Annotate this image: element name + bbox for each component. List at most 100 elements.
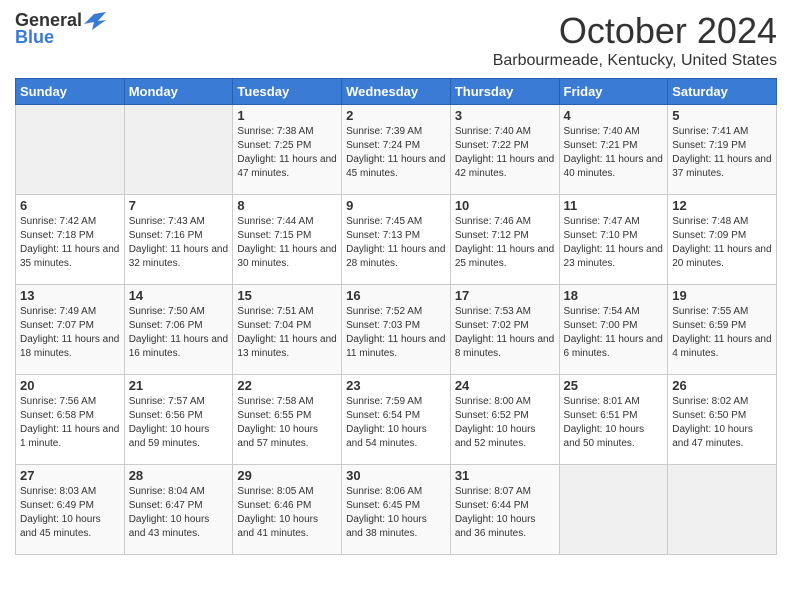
day-number: 3 — [455, 108, 555, 123]
day-number: 31 — [455, 468, 555, 483]
day-number: 27 — [20, 468, 120, 483]
day-number: 11 — [564, 198, 664, 213]
day-detail: Sunrise: 7:49 AMSunset: 7:07 PMDaylight:… — [20, 305, 120, 361]
day-number: 12 — [672, 198, 772, 213]
day-of-week-header: Saturday — [668, 79, 777, 105]
calendar-cell: 27Sunrise: 8:03 AMSunset: 6:49 PMDayligh… — [16, 465, 125, 555]
calendar-cell: 4 Sunrise: 7:40 AMSunset: 7:21 PMDaylight… — [559, 105, 668, 195]
day-number: 18 — [564, 288, 664, 303]
day-number: 21 — [129, 378, 229, 393]
calendar-cell: 19Sunrise: 7:55 AMSunset: 6:59 PMDayligh… — [668, 285, 777, 375]
day-number: 2 — [346, 108, 446, 123]
calendar-cell: 18 Sunrise: 7:54 AMSunset: 7:00 PMDayligh… — [559, 285, 668, 375]
day-of-week-header: Friday — [559, 79, 668, 105]
day-number: 26 — [672, 378, 772, 393]
day-detail: Sunrise: 7:58 AMSunset: 6:55 PMDaylight:… — [237, 395, 337, 451]
day-number: 10 — [455, 198, 555, 213]
calendar-cell: 31 Sunrise: 8:07 AMSunset: 6:44 PMDayligh… — [450, 465, 559, 555]
day-number: 15 — [237, 288, 337, 303]
day-detail: Sunrise: 7:44 AMSunset: 7:15 PMDaylight:… — [237, 215, 337, 271]
day-detail: Sunrise: 7:53 AMSunset: 7:02 PMDaylight:… — [455, 305, 555, 361]
calendar-cell: 22 Sunrise: 7:58 AMSunset: 6:55 PMDayligh… — [233, 375, 342, 465]
day-number: 7 — [129, 198, 229, 213]
day-number: 6 — [20, 198, 120, 213]
day-detail: Sunrise: 7:41 AMSunset: 7:19 PMDaylight:… — [672, 125, 772, 181]
day-number: 23 — [346, 378, 446, 393]
day-detail: Sunrise: 7:46 AMSunset: 7:12 PMDaylight:… — [455, 215, 555, 271]
day-detail: Sunrise: 7:40 AMSunset: 7:21 PMDaylight:… — [564, 125, 664, 181]
month-title: October 2024 — [493, 10, 777, 52]
calendar-cell: 25 Sunrise: 8:01 AMSunset: 6:51 PMDayligh… — [559, 375, 668, 465]
day-of-week-header: Sunday — [16, 79, 125, 105]
logo-blue-text: Blue — [15, 27, 54, 48]
calendar-cell: 16 Sunrise: 7:52 AMSunset: 7:03 PMDayligh… — [342, 285, 451, 375]
calendar-cell: 12 Sunrise: 7:48 AMSunset: 7:09 PMDayligh… — [668, 195, 777, 285]
calendar-cell: 13 Sunrise: 7:49 AMSunset: 7:07 PMDayligh… — [16, 285, 125, 375]
day-number: 14 — [129, 288, 229, 303]
day-detail: Sunrise: 7:45 AMSunset: 7:13 PMDaylight:… — [346, 215, 446, 271]
calendar-cell: 30Sunrise: 8:06 AMSunset: 6:45 PMDayligh… — [342, 465, 451, 555]
day-detail: Sunrise: 8:02 AMSunset: 6:50 PMDaylight:… — [672, 395, 772, 451]
calendar-cell — [559, 465, 668, 555]
day-number: 8 — [237, 198, 337, 213]
day-detail: Sunrise: 7:42 AMSunset: 7:18 PMDaylight:… — [20, 215, 120, 271]
day-number: 16 — [346, 288, 446, 303]
day-detail: Sunrise: 7:48 AMSunset: 7:09 PMDaylight:… — [672, 215, 772, 271]
logo: General Blue — [15, 10, 106, 48]
calendar-cell: 17Sunrise: 7:53 AMSunset: 7:02 PMDayligh… — [450, 285, 559, 375]
page-header: General Blue October 2024 Barbourmeade, … — [15, 10, 777, 70]
day-detail: Sunrise: 7:54 AMSunset: 7:00 PMDaylight:… — [564, 305, 664, 361]
day-detail: Sunrise: 7:52 AMSunset: 7:03 PMDaylight:… — [346, 305, 446, 361]
day-of-week-header: Monday — [124, 79, 233, 105]
day-detail: Sunrise: 7:56 AMSunset: 6:58 PMDaylight:… — [20, 395, 120, 451]
day-detail: Sunrise: 7:51 AMSunset: 7:04 PMDaylight:… — [237, 305, 337, 361]
calendar-cell: 2Sunrise: 7:39 AMSunset: 7:24 PMDaylight… — [342, 105, 451, 195]
day-detail: Sunrise: 7:50 AMSunset: 7:06 PMDaylight:… — [129, 305, 229, 361]
calendar-cell: 11Sunrise: 7:47 AMSunset: 7:10 PMDayligh… — [559, 195, 668, 285]
day-number: 4 — [564, 108, 664, 123]
day-number: 5 — [672, 108, 772, 123]
calendar-cell — [124, 105, 233, 195]
day-number: 28 — [129, 468, 229, 483]
day-detail: Sunrise: 7:40 AMSunset: 7:22 PMDaylight:… — [455, 125, 555, 181]
calendar-cell: 3 Sunrise: 7:40 AMSunset: 7:22 PMDaylight… — [450, 105, 559, 195]
day-of-week-header: Thursday — [450, 79, 559, 105]
calendar-week-row: 13 Sunrise: 7:49 AMSunset: 7:07 PMDayligh… — [16, 285, 777, 375]
day-number: 25 — [564, 378, 664, 393]
location-title: Barbourmeade, Kentucky, United States — [493, 52, 777, 70]
day-detail: Sunrise: 7:55 AMSunset: 6:59 PMDaylight:… — [672, 305, 772, 361]
calendar-cell: 5 Sunrise: 7:41 AMSunset: 7:19 PMDaylight… — [668, 105, 777, 195]
day-detail: Sunrise: 7:43 AMSunset: 7:16 PMDaylight:… — [129, 215, 229, 271]
day-detail: Sunrise: 8:05 AMSunset: 6:46 PMDaylight:… — [237, 485, 337, 541]
calendar-cell: 26 Sunrise: 8:02 AMSunset: 6:50 PMDayligh… — [668, 375, 777, 465]
calendar-cell: 8 Sunrise: 7:44 AMSunset: 7:15 PMDaylight… — [233, 195, 342, 285]
title-block: October 2024 Barbourmeade, Kentucky, Uni… — [493, 10, 777, 70]
day-number: 13 — [20, 288, 120, 303]
day-number: 9 — [346, 198, 446, 213]
calendar-cell: 20Sunrise: 7:56 AMSunset: 6:58 PMDayligh… — [16, 375, 125, 465]
day-detail: Sunrise: 8:01 AMSunset: 6:51 PMDaylight:… — [564, 395, 664, 451]
day-detail: Sunrise: 8:04 AMSunset: 6:47 PMDaylight:… — [129, 485, 229, 541]
calendar-cell: 21 Sunrise: 7:57 AMSunset: 6:56 PMDayligh… — [124, 375, 233, 465]
day-of-week-header: Wednesday — [342, 79, 451, 105]
day-number: 22 — [237, 378, 337, 393]
calendar-cell: 28 Sunrise: 8:04 AMSunset: 6:47 PMDayligh… — [124, 465, 233, 555]
day-detail: Sunrise: 7:38 AMSunset: 7:25 PMDaylight:… — [237, 125, 337, 181]
calendar-week-row: 6 Sunrise: 7:42 AMSunset: 7:18 PMDaylight… — [16, 195, 777, 285]
calendar-cell: 24Sunrise: 8:00 AMSunset: 6:52 PMDayligh… — [450, 375, 559, 465]
day-detail: Sunrise: 7:59 AMSunset: 6:54 PMDaylight:… — [346, 395, 446, 451]
calendar-cell: 7 Sunrise: 7:43 AMSunset: 7:16 PMDaylight… — [124, 195, 233, 285]
day-number: 24 — [455, 378, 555, 393]
calendar-week-row: 20Sunrise: 7:56 AMSunset: 6:58 PMDayligh… — [16, 375, 777, 465]
day-number: 29 — [237, 468, 337, 483]
day-detail: Sunrise: 8:07 AMSunset: 6:44 PMDaylight:… — [455, 485, 555, 541]
calendar-cell — [16, 105, 125, 195]
calendar-table: SundayMondayTuesdayWednesdayThursdayFrid… — [15, 78, 777, 555]
calendar-cell: 6 Sunrise: 7:42 AMSunset: 7:18 PMDaylight… — [16, 195, 125, 285]
calendar-cell: 1Sunrise: 7:38 AMSunset: 7:25 PMDaylight… — [233, 105, 342, 195]
logo-bird-icon — [84, 12, 106, 30]
day-detail: Sunrise: 8:06 AMSunset: 6:45 PMDaylight:… — [346, 485, 446, 541]
day-detail: Sunrise: 7:57 AMSunset: 6:56 PMDaylight:… — [129, 395, 229, 451]
calendar-cell: 23 Sunrise: 7:59 AMSunset: 6:54 PMDayligh… — [342, 375, 451, 465]
calendar-cell — [668, 465, 777, 555]
